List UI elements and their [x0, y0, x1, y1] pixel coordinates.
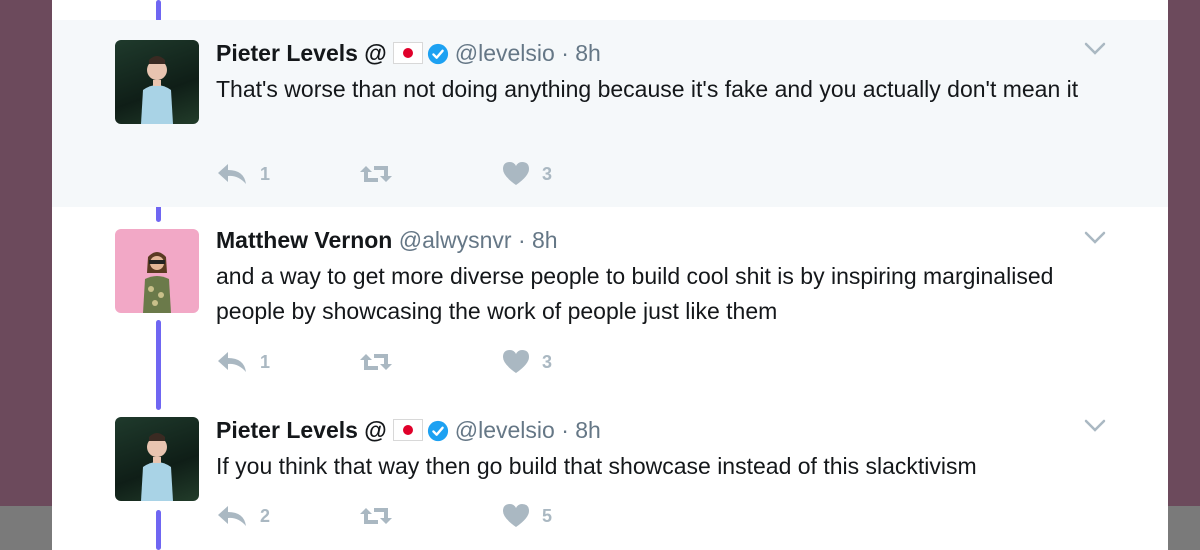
retweet-icon — [360, 166, 392, 182]
tweet-timestamp[interactable]: · 8h — [561, 40, 601, 66]
thread-line — [156, 0, 161, 22]
japan-flag-icon — [392, 419, 423, 441]
tweet[interactable]: Pieter Levels @ @levelsio · 8h That's wor… — [52, 20, 1168, 207]
author-handle[interactable]: @levelsio — [455, 417, 555, 443]
chevron-down-icon[interactable] — [1084, 42, 1106, 56]
reply-button[interactable]: 1 — [216, 159, 270, 189]
retweet-icon — [360, 508, 392, 524]
chevron-down-icon[interactable] — [1084, 231, 1106, 245]
reply-icon — [218, 352, 246, 372]
like-count: 3 — [542, 351, 553, 372]
tweet-timestamp[interactable]: · 8h — [518, 227, 558, 253]
avatar[interactable] — [115, 40, 199, 124]
avatar[interactable] — [115, 229, 199, 313]
reply-count: 1 — [260, 163, 271, 184]
like-button[interactable]: 3 — [502, 159, 552, 189]
author-name[interactable]: Pieter Levels @ — [216, 417, 387, 443]
author-handle[interactable]: @alwysnvr — [399, 227, 512, 253]
retweet-button[interactable] — [358, 347, 406, 377]
reply-icon — [218, 164, 246, 184]
author-name[interactable]: Matthew Vernon — [216, 227, 392, 253]
retweet-icon — [360, 354, 392, 370]
verified-badge-icon — [427, 420, 448, 442]
avatar[interactable] — [115, 417, 199, 501]
tweet[interactable]: Matthew Vernon @alwysnvr · 8h and a way … — [52, 207, 1168, 397]
tweet-text: If you think that way then go build that… — [216, 453, 977, 479]
verified-badge-icon — [427, 43, 448, 65]
tweet-text: That's worse than not doing anything bec… — [216, 76, 1079, 102]
tweet-header: Pieter Levels @ @levelsio · 8h — [216, 38, 601, 68]
like-button[interactable]: 5 — [502, 501, 552, 531]
tweet[interactable]: Pieter Levels @ @levelsio · 8h If you thi… — [52, 397, 1168, 550]
tweet-header: Matthew Vernon @alwysnvr · 8h — [216, 225, 558, 255]
heart-icon — [503, 162, 529, 185]
like-count: 5 — [542, 505, 553, 526]
like-count: 3 — [542, 163, 553, 184]
tweet-timestamp[interactable]: · 8h — [561, 417, 601, 443]
reply-icon — [218, 506, 246, 526]
retweet-button[interactable] — [358, 501, 406, 531]
japan-flag-icon — [392, 42, 423, 64]
like-button[interactable]: 3 — [502, 347, 552, 377]
tweet-header: Pieter Levels @ @levelsio · 8h — [216, 415, 601, 445]
author-handle[interactable]: @levelsio — [455, 40, 555, 66]
heart-icon — [503, 350, 529, 373]
retweet-button[interactable] — [358, 159, 406, 189]
author-name[interactable]: Pieter Levels @ — [216, 40, 387, 66]
conversation-thread: Pieter Levels @ @levelsio · 8h That's wor… — [52, 0, 1168, 550]
reply-count: 2 — [260, 505, 271, 526]
reply-count: 1 — [260, 351, 271, 372]
heart-icon — [503, 504, 529, 527]
tweet-text: and a way to get more diverse people to … — [216, 263, 1054, 324]
chevron-down-icon[interactable] — [1084, 419, 1106, 433]
reply-button[interactable]: 1 — [216, 347, 270, 377]
reply-button[interactable]: 2 — [216, 501, 270, 531]
